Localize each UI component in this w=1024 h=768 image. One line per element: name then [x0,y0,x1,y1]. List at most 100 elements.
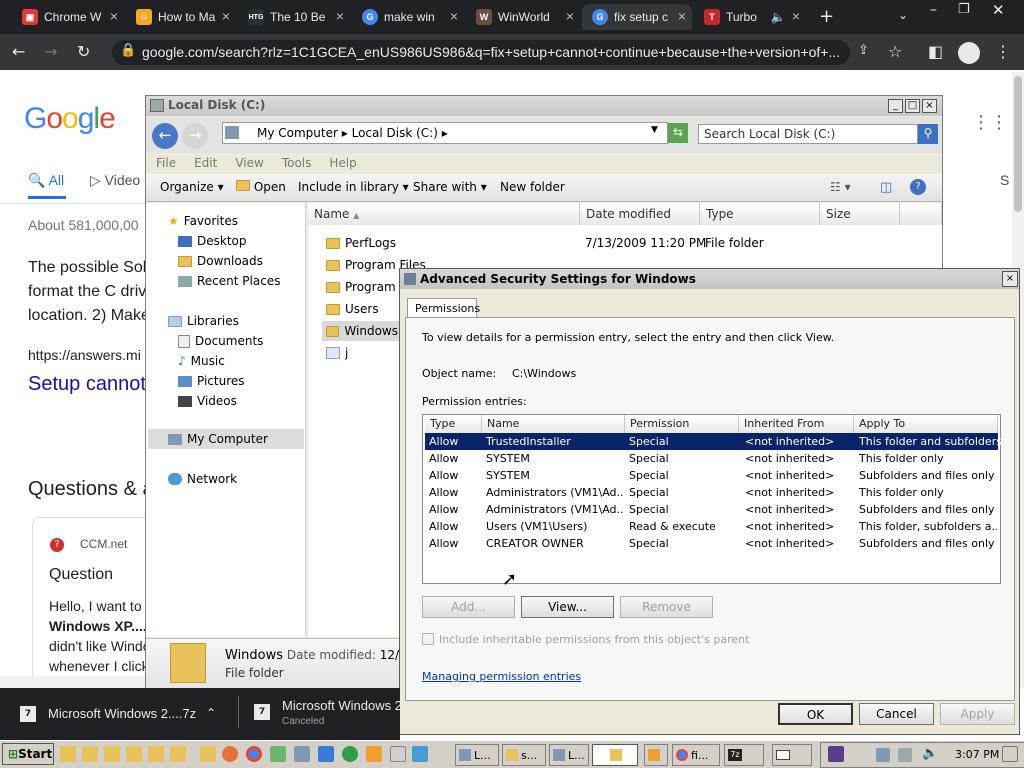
result-url[interactable]: https://answers.mi [28,347,141,363]
menu-file[interactable]: File [156,156,176,170]
col-type[interactable]: Type [700,203,820,225]
file-row-selected[interactable]: Windows [322,321,402,341]
bookmark-star-icon[interactable]: ☆ [888,42,902,61]
taskbar-button[interactable]: fi... [672,744,720,766]
taskbar-button-active[interactable] [592,744,638,766]
col-permission[interactable]: Permission [625,415,739,433]
open-button[interactable]: Open [236,180,286,194]
taskbar-button[interactable]: 7z [724,744,764,766]
menu-help[interactable]: Help [329,156,356,170]
col-name[interactable]: Name ▲ [308,203,580,225]
folder-icon[interactable] [200,746,216,762]
add-button[interactable]: Add... [422,596,515,618]
permission-entries-list[interactable]: Type Name Permission Inherited From Appl… [422,414,1002,584]
browser-tab[interactable]: W WinWorld × [466,4,580,30]
apply-button[interactable]: Apply [940,703,1015,725]
profile-avatar-icon[interactable] [958,42,980,64]
search-input[interactable]: Search Local Disk (C:) [698,124,918,144]
close-tab-icon[interactable]: × [222,8,230,24]
tree-libraries[interactable]: Libraries [168,311,239,331]
tab-videos[interactable]: ▷ Video [90,172,140,189]
app-icon[interactable] [342,746,358,762]
taskbar-button[interactable]: s... [502,744,546,766]
browser-tab[interactable]: Gmake win × [352,4,464,30]
file-row[interactable]: j [326,343,348,363]
folder-icon[interactable] [170,746,186,762]
close-tab-icon[interactable]: × [336,8,344,24]
folder-icon[interactable] [104,746,120,762]
permission-row[interactable]: Allow Administrators (VM1\Ad... Special <no… [425,501,998,518]
google-logo[interactable]: Google [24,102,116,136]
tree-videos[interactable]: Videos [178,391,237,411]
clock[interactable]: 3:07 PM [955,748,999,761]
back-arrow-icon[interactable]: ← [152,123,178,149]
explorer-titlebar[interactable]: Local Disk (C:) [146,96,942,116]
forward-arrow-icon[interactable]: → [182,123,208,149]
tree-downloads[interactable]: Downloads [178,251,263,271]
address-breadcrumb[interactable]: My Computer ▸ Local Disk (C:) ▸ [222,122,668,144]
restore-icon[interactable]: ❐ [958,2,970,17]
close-tab-icon[interactable]: × [450,8,458,24]
close-button[interactable]: × [922,99,937,113]
speaker-icon[interactable]: 🔈 [771,10,786,24]
side-panel-icon[interactable]: ◧ [928,42,943,61]
download-item-2[interactable]: Microsoft Windows 2... [282,698,413,713]
close-tab-icon[interactable]: × [110,8,118,24]
tree-desktop[interactable]: Desktop [178,231,247,251]
menu-view[interactable]: View [235,156,263,170]
tree-pictures[interactable]: Pictures [178,371,245,391]
share-with-button[interactable]: Share with ▾ [413,180,487,194]
permission-row[interactable]: Allow SYSTEM Special <not inherited> Subfold… [425,467,998,484]
tree-music[interactable]: ♪ Music [178,351,225,371]
tree-my-computer[interactable]: My Computer [148,429,304,449]
remove-button[interactable]: Remove [620,596,713,618]
permission-row[interactable]: Allow SYSTEM Special <not inherited> This fo… [425,450,998,467]
taskbar-button[interactable]: L... [549,744,589,766]
kebab-menu-icon[interactable]: ⋮ [995,42,1011,61]
notepad-icon[interactable] [270,746,286,762]
tree-favorites[interactable]: ★ Favorites [168,211,238,231]
minimize-icon[interactable]: – [930,2,937,18]
app-icon[interactable] [318,746,334,762]
minimize-button[interactable]: _ [888,99,903,113]
taskbar-button[interactable] [644,744,668,766]
menu-edit[interactable]: Edit [194,156,217,170]
col-apply-to[interactable]: Apply To [854,415,998,433]
display-tray-icon[interactable] [898,748,912,762]
tree-recent-places[interactable]: Recent Places [178,271,280,291]
tab-search-chevron-icon[interactable]: ⌄ [898,8,908,22]
browser-tab[interactable]: HTG The 10 Be × [238,4,350,30]
folder-icon[interactable] [126,746,142,762]
network-tray-icon[interactable] [876,748,890,762]
close-tab-icon[interactable]: × [792,8,800,24]
close-tab-icon[interactable]: × [678,8,686,24]
share-icon[interactable]: ⇪ [858,43,869,58]
app-icon[interactable] [390,746,406,762]
ok-button[interactable]: OK [778,703,853,725]
scrollbar-thumb[interactable] [1014,76,1022,212]
volume-icon[interactable]: 🔈 [922,746,938,761]
forward-arrow-icon[interactable]: → [44,42,57,61]
col-type[interactable]: Type [425,415,482,433]
organize-button[interactable]: Organize ▾ [160,180,224,194]
app-icon[interactable] [412,746,428,762]
show-desktop-icon[interactable] [1002,746,1018,762]
close-window-icon[interactable]: ✕ [992,1,1005,19]
new-tab-button[interactable]: + [819,6,834,27]
back-arrow-icon[interactable]: ← [12,42,25,61]
taskbar-button[interactable]: L... [455,744,499,766]
download-item-1[interactable]: Microsoft Windows 2....7z [48,706,196,721]
tree-documents[interactable]: Documents [178,331,263,351]
chevron-down-icon[interactable]: ▼ [651,125,658,135]
tray-app-icon[interactable] [828,746,844,762]
browser-tab-active[interactable]: Gfix setup c × [582,4,692,30]
browser-tab[interactable]: T Turbo 🔈 × [694,4,806,30]
tab-all[interactable]: 🔍 All [28,172,64,189]
menu-tools[interactable]: Tools [282,156,312,170]
chevron-up-icon[interactable]: ⌃ [206,706,216,720]
close-tab-icon[interactable]: × [566,8,574,24]
col-name[interactable]: Name [482,415,625,433]
col-size[interactable]: Size [820,203,900,225]
permission-row[interactable]: Allow CREATOR OWNER Special <not inherited>… [425,535,998,552]
file-row[interactable]: PerfLogs 7/13/2009 11:20 PM File folder [326,233,906,253]
